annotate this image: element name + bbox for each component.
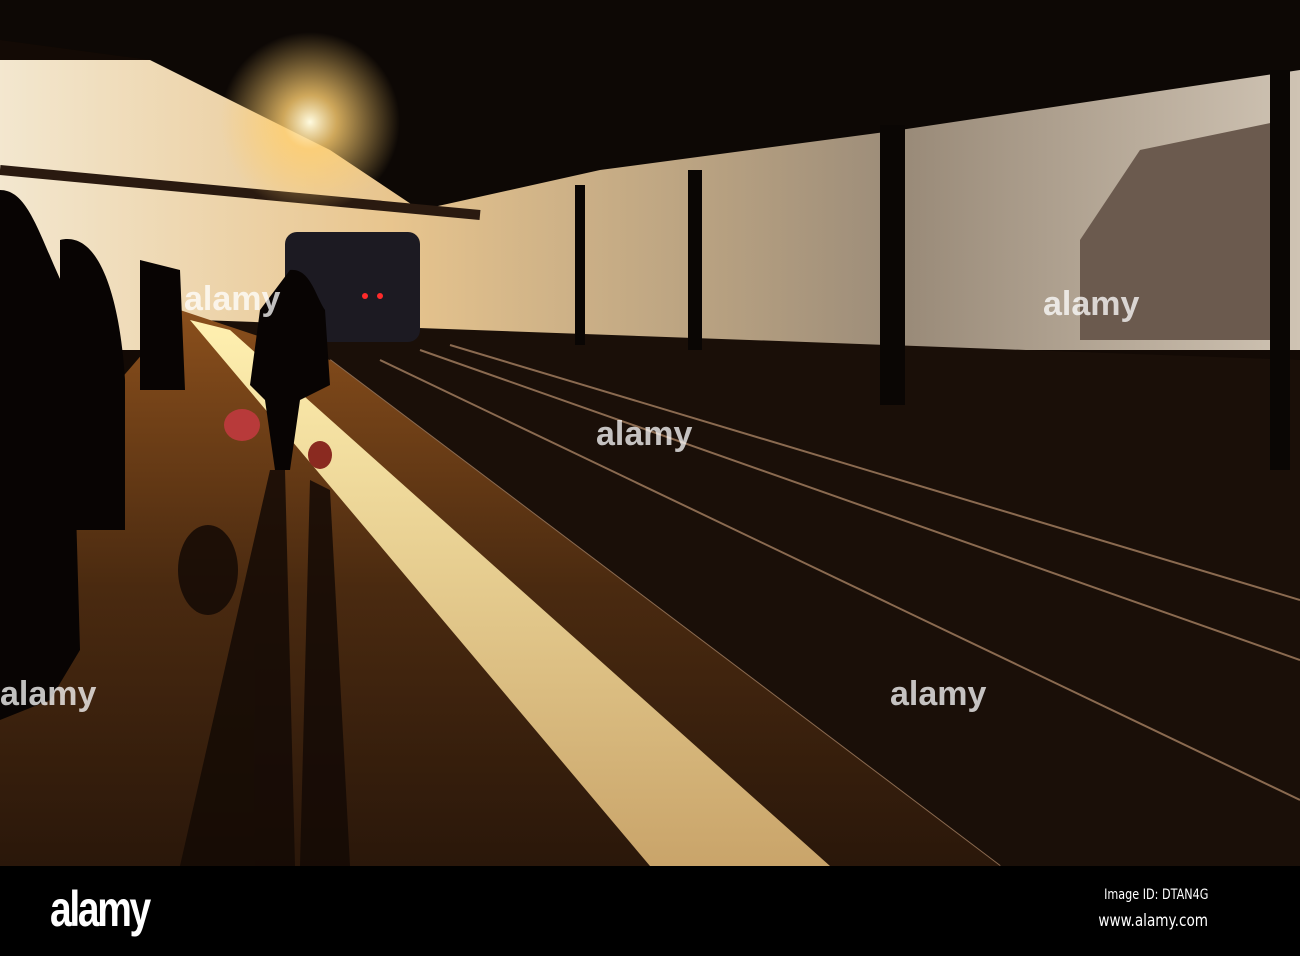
alamy-logo: alamy bbox=[50, 881, 151, 937]
svg-text:alamy: alamy bbox=[890, 675, 986, 713]
svg-text:alamy: alamy bbox=[0, 675, 96, 713]
svg-text:alamy: alamy bbox=[596, 415, 692, 453]
sun bbox=[220, 32, 400, 212]
site-url: www.alamy.com bbox=[1098, 911, 1208, 931]
svg-text:alamy: alamy bbox=[1043, 285, 1139, 323]
station-photo: alamy alamy alamy alamy alamy bbox=[0, 0, 1300, 866]
svg-text:alamy: alamy bbox=[184, 280, 280, 318]
footer-bar: alamy Image ID: DTAN4G www.alamy.com bbox=[0, 866, 1300, 956]
image-id: Image ID: DTAN4G bbox=[1103, 887, 1208, 903]
red-bag bbox=[224, 409, 260, 441]
